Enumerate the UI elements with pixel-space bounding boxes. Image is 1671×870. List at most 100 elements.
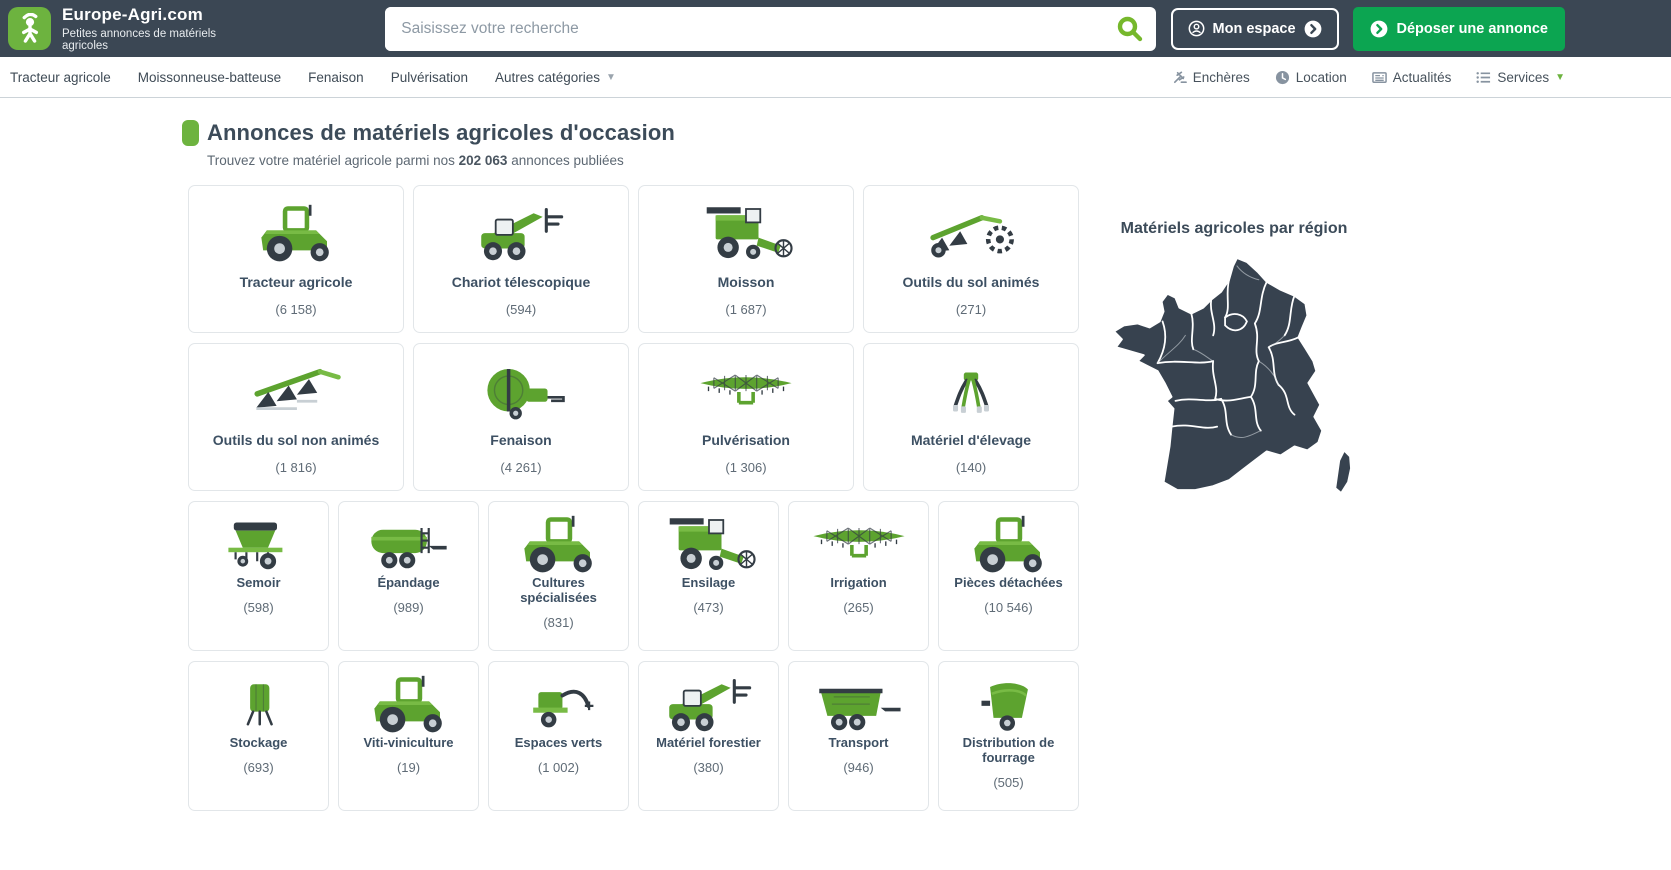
post-ad-button[interactable]: Déposer une annonce [1353,7,1565,51]
category-card[interactable]: Fenaison (4 261) [413,343,629,491]
category-count: (1 002) [538,760,579,775]
tractor-icon [250,194,342,274]
category-label: Stockage [230,736,288,751]
category-card[interactable]: Matériel forestier (380) [638,661,779,811]
category-card[interactable]: Ensilage (473) [638,501,779,651]
category-card[interactable]: Outils du sol non animés (1 816) [188,343,404,491]
combine-harvester-icon [696,194,796,274]
forestry-crane-icon [662,674,756,736]
my-space-button[interactable]: Mon espace [1171,8,1339,50]
spreader-tank-icon [362,514,456,576]
search-bar [385,7,1155,51]
feed-mixer-icon [966,674,1052,736]
page-title: Annonces de matériels agricoles d'occasi… [207,120,675,146]
category-label: Outils du sol non animés [213,432,379,448]
category-card[interactable]: Cultures spécialisées (831) [488,501,629,651]
main-content: Annonces de matériels agricoles d'occasi… [0,120,1671,811]
nav-item[interactable]: Location ▼ [1275,70,1347,85]
powered-tillage-icon [924,194,1018,274]
clock-icon [1275,70,1290,85]
category-label: Outils du sol animés [903,274,1040,290]
telehandler-icon [474,194,568,274]
category-count: (265) [843,600,873,615]
category-card[interactable]: Moisson (1 687) [638,185,854,333]
category-card[interactable]: Transport (946) [788,661,929,811]
category-card[interactable]: Semoir (598) [188,501,329,651]
category-label: Épandage [377,576,439,591]
category-label: Ensilage [682,576,735,591]
search-input[interactable] [385,7,1103,51]
nav-item[interactable]: Enchères ▼ [1172,70,1250,85]
category-card[interactable]: Tracteur agricole (6 158) [188,185,404,333]
category-card[interactable]: Matériel d'élevage (140) [863,343,1079,491]
chevron-down-icon: ▼ [1555,72,1565,83]
category-card[interactable]: Pulvérisation (1 306) [638,343,854,491]
category-card[interactable]: Irrigation (265) [788,501,929,651]
spare-parts-icon [963,514,1055,576]
post-ad-label: Déposer une annonce [1397,21,1548,37]
category-card[interactable]: Épandage (989) [338,501,479,651]
category-label: Moisson [718,274,775,290]
title-accent-marker [182,120,199,146]
site-title: Europe-Agri.com [62,5,253,25]
category-count: (946) [843,760,873,775]
category-count: (505) [993,775,1023,790]
forage-harvester-icon [659,514,759,576]
logo-icon [8,7,51,50]
nav-item[interactable]: Autres catégories ▼ [495,70,616,85]
category-card[interactable]: Outils du sol animés (271) [863,185,1079,333]
nav-item[interactable]: Tracteur agricole ▼ [10,70,111,85]
france-map[interactable] [1109,252,1359,510]
category-count: (10 546) [984,600,1032,615]
category-count: (598) [243,600,273,615]
page-subtitle: Trouvez votre matériel agricole parmi no… [207,153,1671,168]
nav-item[interactable]: Fenaison ▼ [308,70,364,85]
category-card[interactable]: Distribution de fourrage (505) [938,661,1079,811]
category-label: Distribution de fourrage [943,736,1074,766]
category-label: Irrigation [830,576,886,591]
search-button[interactable] [1104,7,1156,51]
mower-icon [516,674,602,736]
baler-icon [475,352,567,432]
user-circle-icon [1188,20,1205,37]
category-label: Fenaison [490,432,551,448]
category-card[interactable]: Chariot télescopique (594) [413,185,629,333]
category-label: Espaces verts [515,736,602,751]
category-count: (594) [506,302,536,317]
category-card[interactable]: Viti-viniculture (19) [338,661,479,811]
category-label: Pièces détachées [954,576,1062,591]
nav-item[interactable]: Moissonneuse-batteuse ▼ [138,70,281,85]
nav-left: Tracteur agricole ▼ Moissonneuse-batteus… [10,70,616,85]
silo-icon [222,674,296,736]
nav-item[interactable]: Actualités ▼ [1372,70,1452,85]
category-label: Transport [829,736,889,751]
category-count: (1 687) [725,302,766,317]
category-card[interactable]: Stockage (693) [188,661,329,811]
category-nav: Tracteur agricole ▼ Moissonneuse-batteus… [0,57,1671,98]
category-count: (380) [693,760,723,775]
newspaper-icon [1372,70,1387,85]
category-count: (19) [397,760,420,775]
vineyard-tractor-icon [363,674,455,736]
nav-item[interactable]: Pulvérisation ▼ [391,70,468,85]
category-grid-secondary: Semoir (598) Épandage (989) Cultures spé… [188,501,1081,811]
category-count: (140) [956,460,986,475]
category-card[interactable]: Pièces détachées (10 546) [938,501,1079,651]
logo[interactable]: Europe-Agri.com Petites annonces de maté… [8,5,253,52]
category-count: (693) [243,760,273,775]
ad-count: 202 063 [459,153,508,168]
category-label: Matériel forestier [656,736,761,751]
region-section-title: Matériels agricoles par région [1106,220,1362,238]
category-count: (1 816) [275,460,316,475]
nav-item[interactable]: Services ▼ [1476,70,1565,85]
site-tagline: Petites annonces de matériels agricoles [62,28,253,52]
category-label: Matériel d'élevage [911,432,1031,448]
specialized-tractor-icon [513,514,605,576]
sprayer-boom-icon [695,352,797,432]
header: Europe-Agri.com Petites annonces de maté… [0,0,1671,57]
arrow-right-circle-icon [1370,20,1388,38]
nav-right: Enchères ▼ Location ▼ Actualités ▼ Servi… [1172,70,1565,85]
category-label: Viti-viniculture [363,736,453,751]
category-card[interactable]: Espaces verts (1 002) [488,661,629,811]
trailer-icon [812,674,906,736]
